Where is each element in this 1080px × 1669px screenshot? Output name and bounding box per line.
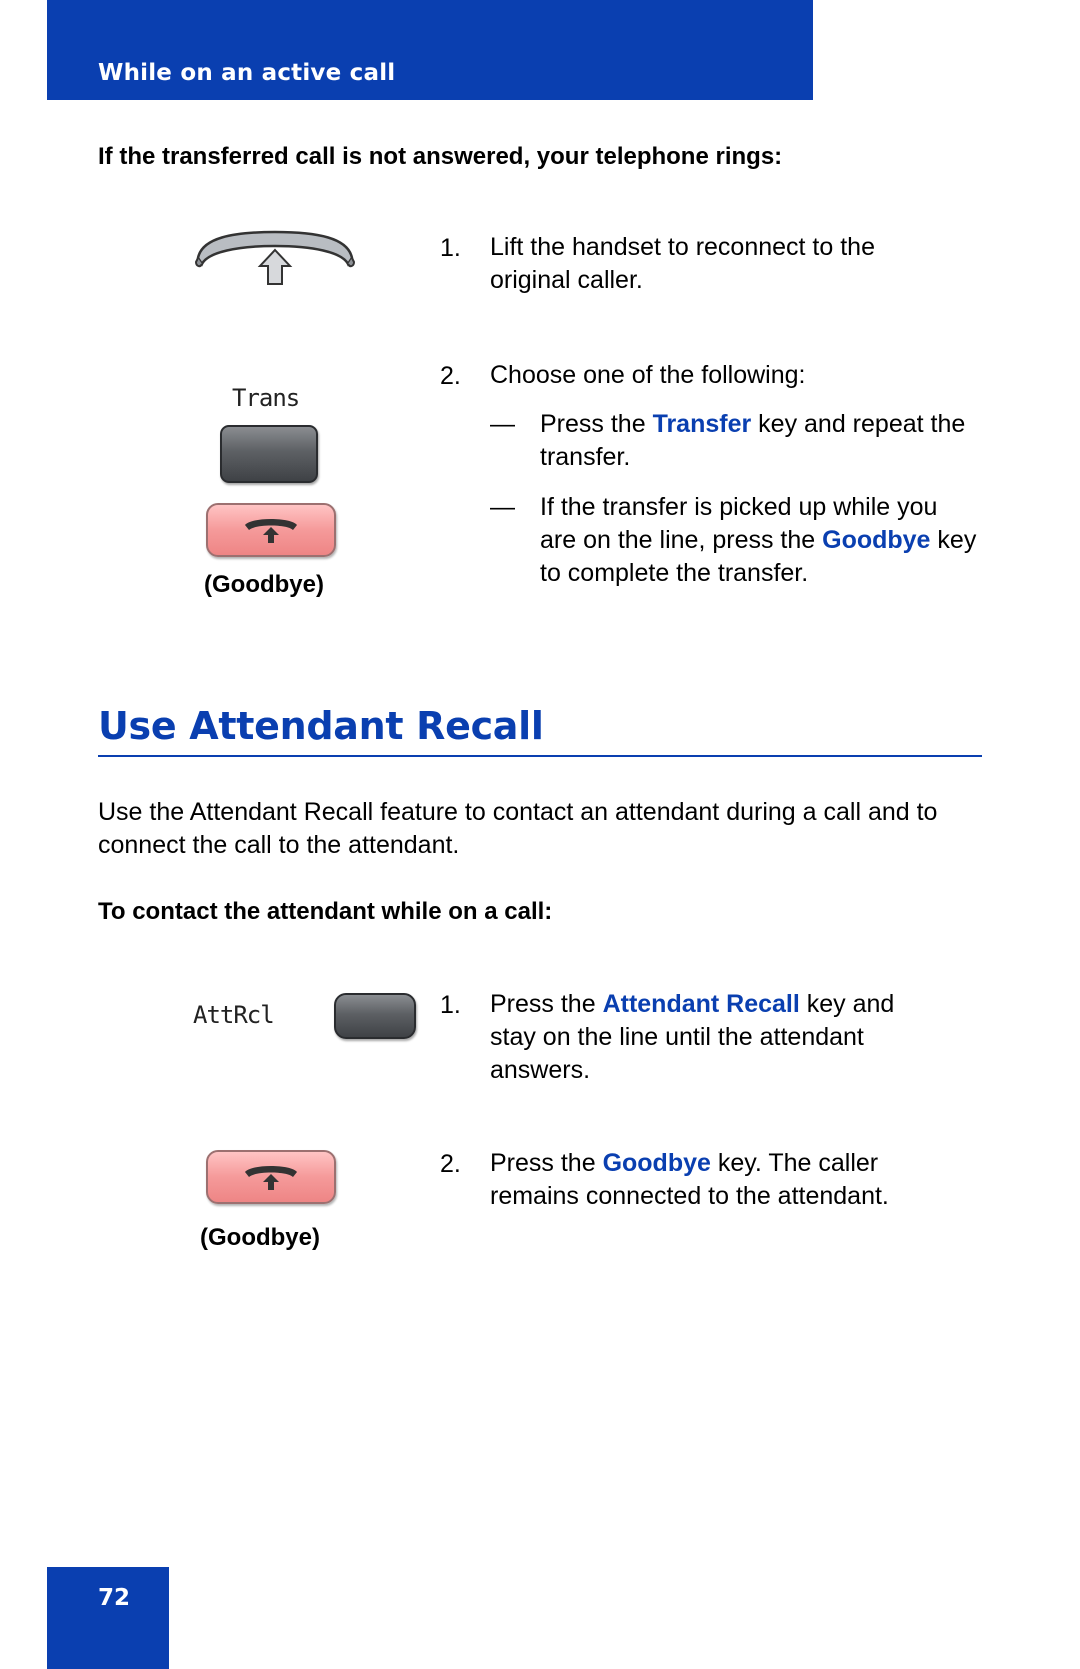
- attendant-recall-key-ref: Attendant Recall: [602, 990, 800, 1018]
- step-number: 1.: [440, 991, 461, 1019]
- section-title: Use Attendant Recall: [98, 704, 544, 748]
- attrcl-display-label: AttRcl: [193, 1001, 275, 1029]
- option-dash: —: [490, 493, 515, 521]
- transfer-not-answered-intro: If the transferred call is not answered,…: [98, 143, 783, 170]
- step-number: 2.: [440, 362, 461, 390]
- goodbye-key-ref: Goodbye: [602, 1149, 711, 1177]
- step-text: Lift the handset to reconnect to the ori…: [490, 233, 875, 294]
- goodbye-key-ref: Goodbye: [822, 526, 931, 554]
- goodbye-caption: (Goodbye): [200, 1224, 320, 1251]
- transfer-softkey[interactable]: [220, 425, 318, 483]
- page-number: 72: [98, 1585, 131, 1611]
- page-number-box: [47, 1567, 169, 1669]
- handset-lift-icon: [192, 228, 358, 295]
- goodbye-handset-icon: [245, 1166, 297, 1190]
- section-description: Use the Attendant Recall feature to cont…: [98, 798, 938, 859]
- goodbye-key[interactable]: [206, 1150, 336, 1204]
- step-text: Press the Goodbye key. The caller remain…: [490, 1149, 889, 1210]
- attendant-intro: To contact the attendant while on a call…: [98, 898, 553, 925]
- option-goodbye: If the transfer is picked up while you a…: [540, 493, 977, 587]
- step-number: 1.: [440, 234, 461, 262]
- section-divider: [98, 755, 982, 757]
- transfer-key-ref: Transfer: [652, 410, 752, 438]
- step-number: 2.: [440, 1150, 461, 1178]
- goodbye-handset-icon: [245, 519, 297, 543]
- attendant-recall-softkey[interactable]: [334, 993, 416, 1039]
- step-text: Press the Attendant Recall key and stay …: [490, 990, 895, 1084]
- trans-display-label: Trans: [232, 384, 300, 412]
- goodbye-caption: (Goodbye): [204, 571, 324, 598]
- step-text: Choose one of the following:: [490, 361, 806, 389]
- goodbye-key[interactable]: [206, 503, 336, 557]
- option-transfer: Press the Transfer key and repeat the tr…: [540, 410, 966, 471]
- option-dash: —: [490, 410, 515, 438]
- header-title: While on an active call: [98, 60, 396, 86]
